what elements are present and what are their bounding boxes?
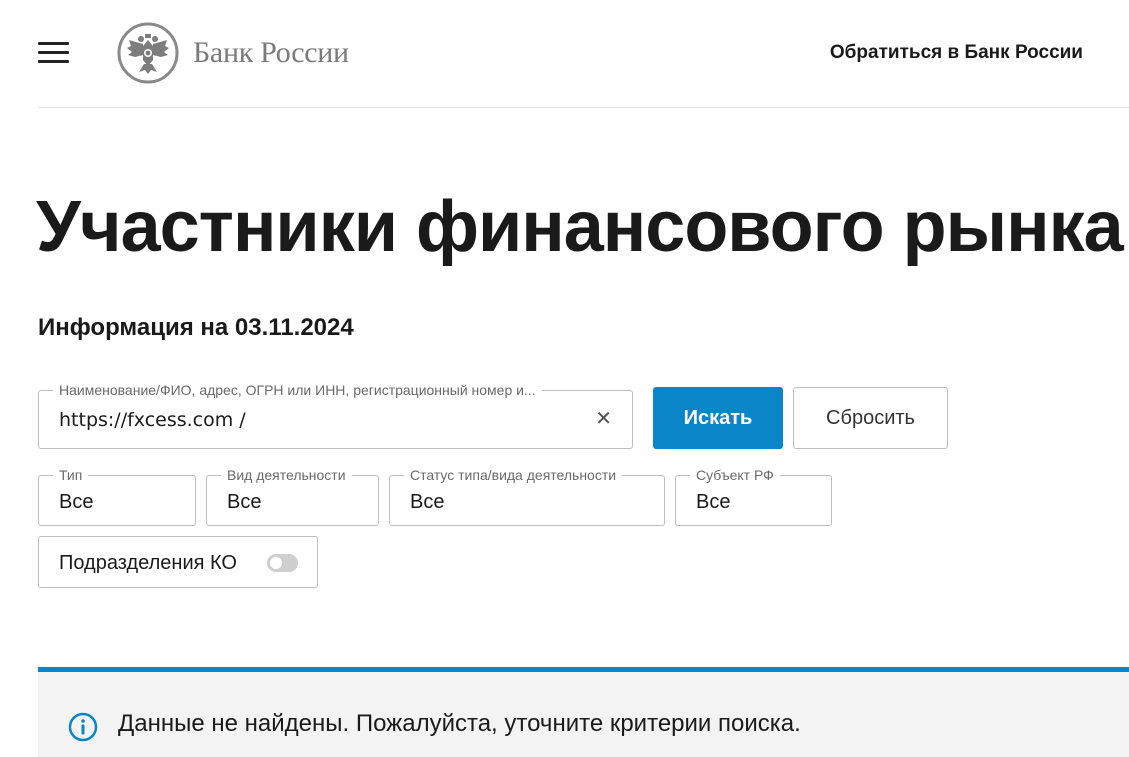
type-select-value: Все (59, 491, 94, 513)
search-button[interactable]: Искать (653, 387, 783, 449)
page-title: Участники финансового рынка (36, 187, 1124, 267)
toggle-knob (270, 557, 282, 569)
bank-logo[interactable]: Банк России (117, 22, 349, 84)
menu-icon[interactable] (38, 42, 69, 64)
header-divider (38, 107, 1129, 108)
type-select-label: Тип (53, 467, 89, 483)
status-select-label: Статус типа/вида деятельности (404, 467, 623, 483)
reset-button[interactable]: Сбросить (793, 387, 948, 449)
type-select[interactable]: Тип Все (38, 467, 196, 526)
close-icon[interactable]: ✕ (595, 408, 612, 430)
menu-bar (38, 60, 69, 63)
notice-text: Данные не найдены. Пожалуйста, уточните … (118, 710, 801, 737)
logo-text: Банк России (193, 36, 349, 69)
search-field[interactable]: Наименование/ФИО, адрес, ОГРН или ИНН, р… (38, 382, 633, 449)
menu-bar (38, 51, 69, 54)
region-select-label: Субъект РФ (690, 467, 780, 483)
info-icon (68, 712, 98, 742)
branches-toggle-box[interactable]: Подразделения КО (38, 536, 318, 588)
status-select-value: Все (410, 491, 445, 513)
branches-toggle-label: Подразделения КО (59, 552, 237, 574)
branches-toggle[interactable] (267, 554, 298, 572)
contact-bank-link[interactable]: Обратиться в Банк России (830, 42, 1083, 64)
search-field-label: Наименование/ФИО, адрес, ОГРН или ИНН, р… (53, 382, 542, 398)
eagle-emblem-icon (117, 22, 179, 84)
region-select-value: Все (696, 491, 731, 513)
activity-select-label: Вид деятельности (221, 467, 352, 483)
menu-bar (38, 42, 69, 45)
status-select[interactable]: Статус типа/вида деятельности Все (389, 467, 665, 526)
search-input-value[interactable]: https://fxcess.com / (59, 409, 246, 431)
no-results-notice: Данные не найдены. Пожалуйста, уточните … (38, 667, 1129, 757)
activity-select-value: Все (227, 491, 262, 513)
region-select[interactable]: Субъект РФ Все (675, 467, 832, 526)
info-date: Информация на 03.11.2024 (38, 314, 354, 341)
activity-select[interactable]: Вид деятельности Все (206, 467, 379, 526)
